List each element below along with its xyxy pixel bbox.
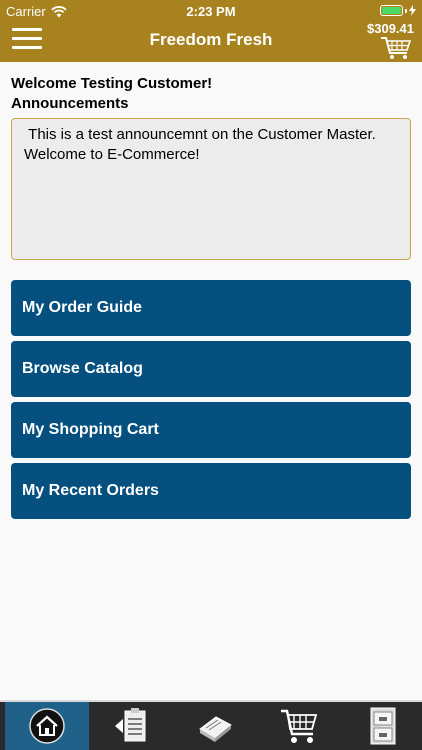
- welcome-message: Welcome Testing Customer!: [11, 75, 213, 92]
- my-shopping-cart-button[interactable]: My Shopping Cart: [11, 402, 411, 458]
- my-order-guide-button[interactable]: My Order Guide: [11, 280, 411, 336]
- catalog-icon: [199, 716, 232, 742]
- bottom-tab-bar: [0, 700, 422, 750]
- tab-recent-orders[interactable]: [341, 702, 422, 750]
- cart-total: $309.41: [367, 21, 414, 36]
- my-recent-orders-button[interactable]: My Recent Orders: [11, 463, 411, 519]
- header-cart-icon[interactable]: [380, 36, 412, 60]
- status-time: 2:23 PM: [186, 4, 236, 19]
- tab-shopping-cart[interactable]: [257, 702, 341, 750]
- tab-catalog[interactable]: [173, 702, 257, 750]
- announcements-heading: Announcements: [11, 95, 129, 112]
- battery-indicator: [380, 5, 416, 16]
- announcement-box: This is a test announcemnt on the Custom…: [11, 118, 411, 260]
- browse-catalog-button[interactable]: Browse Catalog: [11, 341, 411, 397]
- status-bar: Carrier 2:23 PM: [0, 0, 422, 22]
- home-icon: [29, 708, 65, 744]
- charging-bolt-icon: [409, 5, 416, 16]
- app-header: Carrier 2:23 PM Freedom Fresh $309.41: [0, 0, 422, 62]
- tab-order-guide[interactable]: [89, 702, 173, 750]
- battery-icon: [380, 5, 403, 16]
- tab-home[interactable]: [5, 702, 89, 750]
- shopping-cart-icon: [281, 709, 318, 743]
- order-guide-icon: [115, 708, 146, 742]
- app-title: Freedom Fresh: [149, 30, 273, 49]
- recent-orders-icon: [370, 707, 396, 745]
